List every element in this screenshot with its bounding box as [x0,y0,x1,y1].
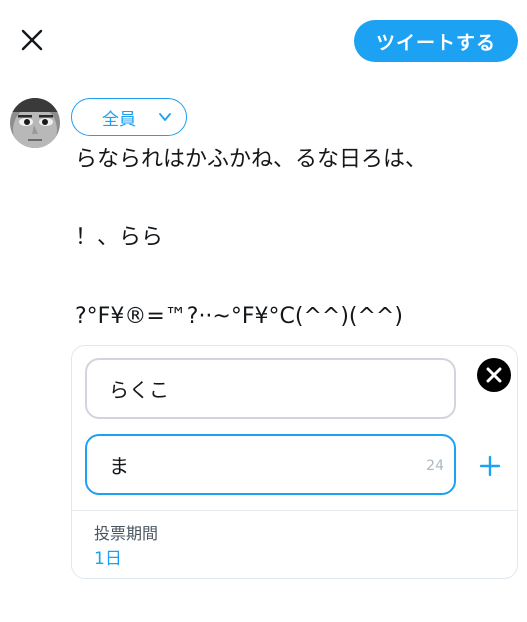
poll-choice-2-input[interactable]: ま 24 [85,434,456,495]
poll-length-label: 投票期間 [94,524,159,543]
character-counter: 24 [426,458,444,474]
poll-card: らくこ ま 24 投票期間 1日 [71,345,518,579]
tweet-button-label: ツイートする [375,31,496,54]
close-icon [21,29,43,51]
tweet-button[interactable]: ツイートする [354,20,518,62]
poll-choice-1-value: らくこ [109,378,169,402]
audience-label: 全員 [102,109,136,130]
tweet-text-line: ！、らら [75,225,164,250]
remove-poll-button[interactable] [477,358,511,392]
plus-icon [479,455,501,477]
poll-length-value[interactable]: 1日 [94,544,122,569]
chevron-down-icon [159,113,171,121]
tweet-text-line: らなられはかふかね、るな日ろは、 [75,147,428,172]
close-circle-icon [477,358,511,392]
avatar-image [10,98,60,148]
close-button[interactable] [12,20,52,60]
poll-choice-1-input[interactable]: らくこ [85,358,456,419]
avatar[interactable] [10,98,60,148]
tweet-text-line: ?°F¥®=™?··~°F¥°C(^^)(^^) [75,304,403,329]
add-choice-button[interactable] [475,451,505,481]
poll-choice-2-value: ま [109,454,129,478]
divider [72,510,517,511]
audience-selector[interactable]: 全員 [71,98,187,136]
